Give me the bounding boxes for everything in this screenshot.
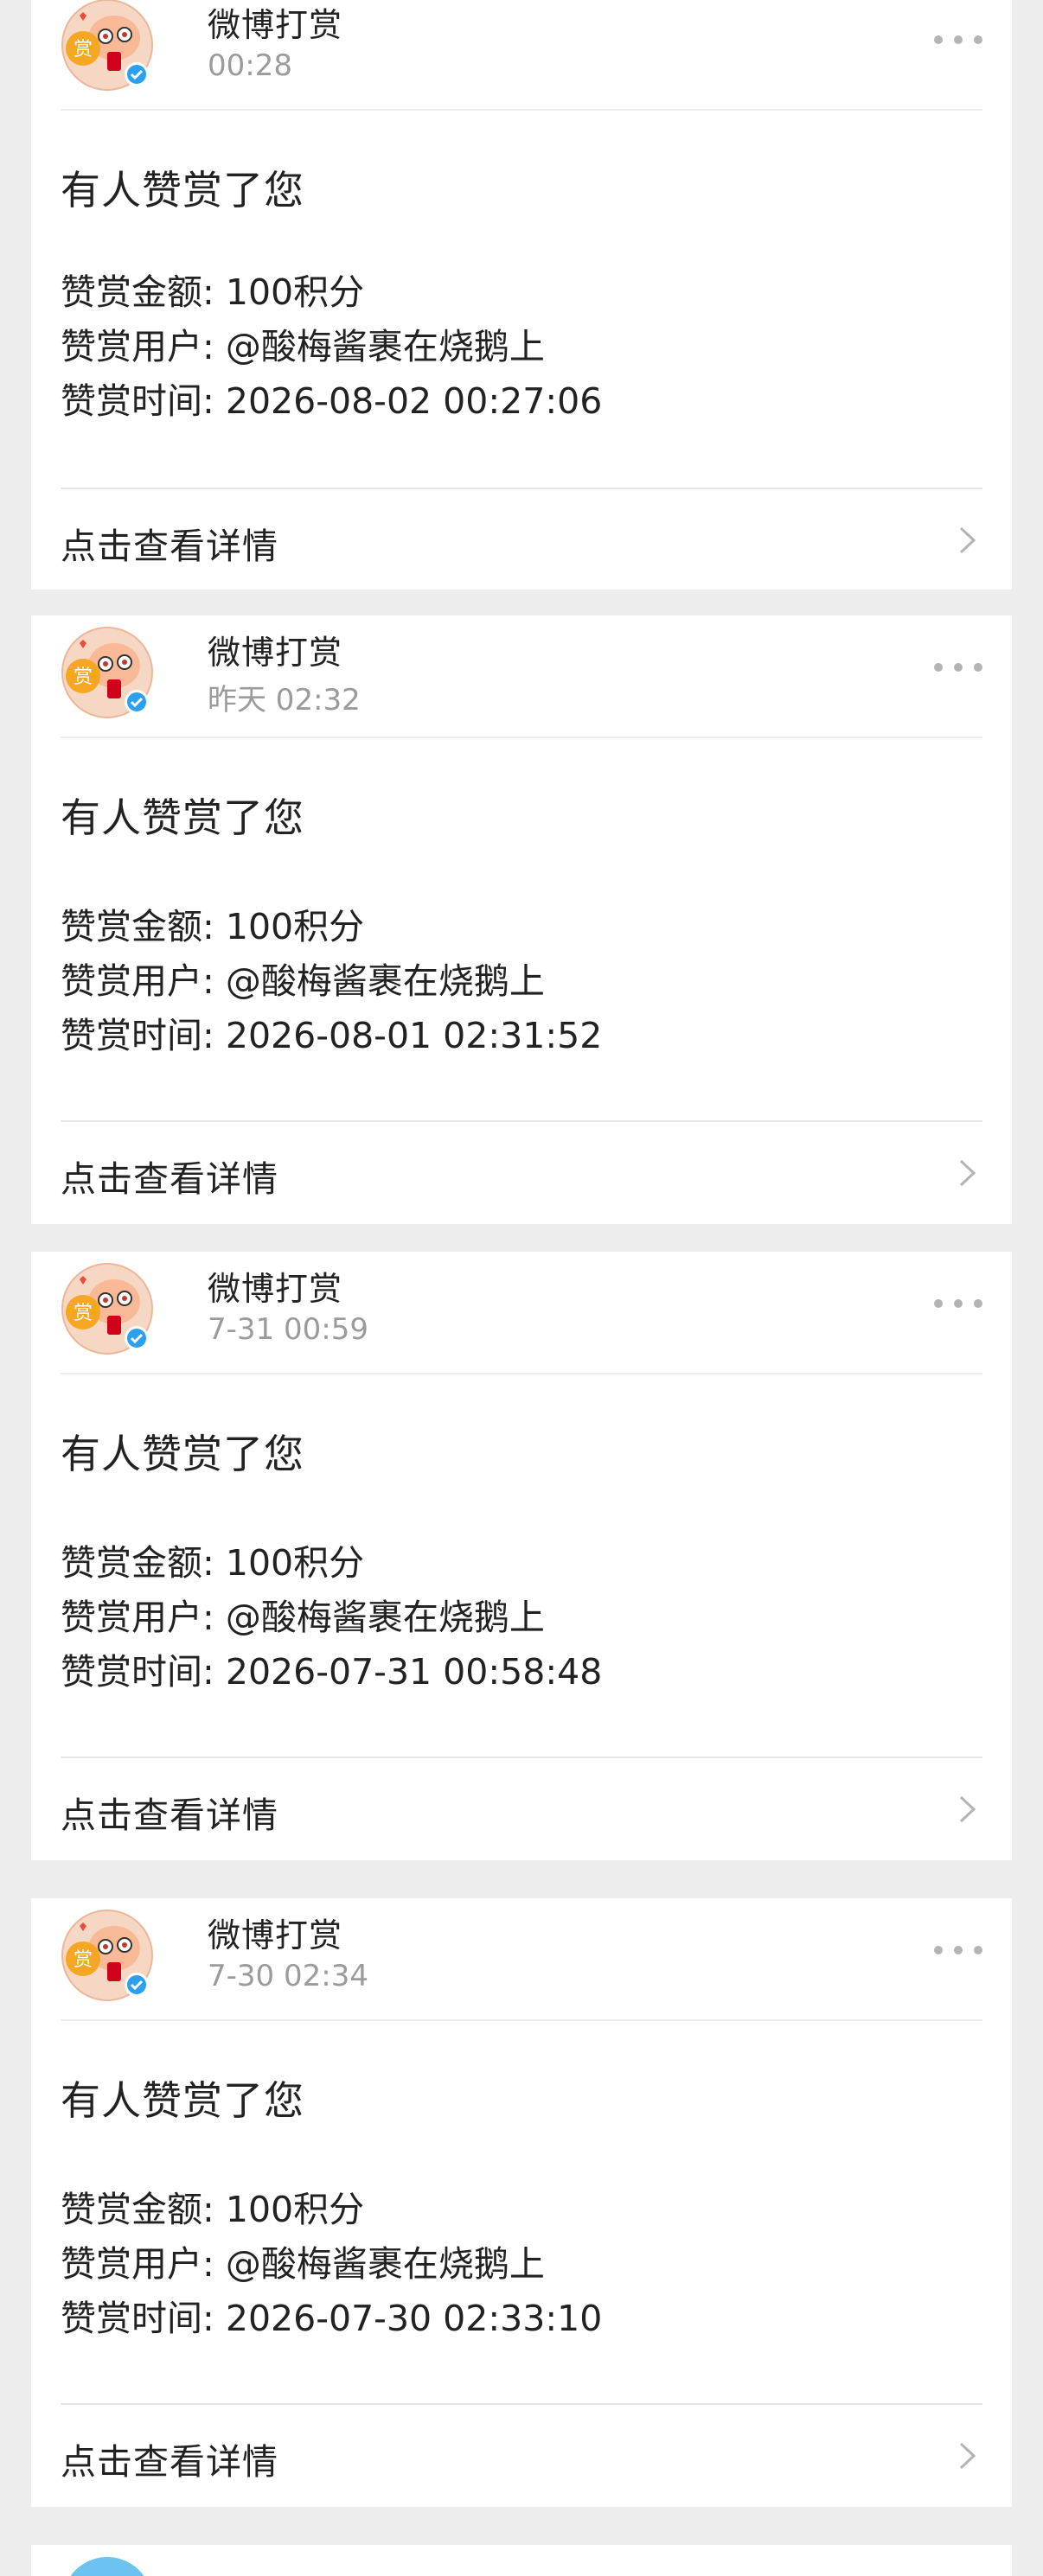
reward-time-label: 赞赏时间: xyxy=(61,1651,226,1693)
message-title: 有人赞赏了您 xyxy=(61,2077,304,2124)
reward-time-line: 赞赏时间: 2026-08-01 02:31:52 xyxy=(61,1006,602,1058)
reward-amount-value: 100积分 xyxy=(225,1542,365,1584)
more-options-icon[interactable] xyxy=(934,1940,982,1961)
reward-user-label: 赞赏用户: xyxy=(61,2243,226,2285)
sender-avatar[interactable]: 赏 xyxy=(61,1909,154,2002)
reward-amount-value: 100积分 xyxy=(225,2189,365,2230)
reward-time-value: 2026-07-31 00:58:48 xyxy=(225,1651,603,1693)
reward-amount-line: 赞赏金额: 100积分 xyxy=(61,1533,364,1585)
notification-card: 赏 微博打赏 7-30 02:34 有人赞赏了您 赞赏金额: 100积分 赞赏用… xyxy=(31,1898,1012,2507)
card-header: 赏 微博打赏 昨天 02:32 xyxy=(61,615,982,738)
reward-avatar-icon: 赏 xyxy=(61,0,153,91)
reward-user-line: 赞赏用户: @酸梅酱裹在烧鹅上 xyxy=(61,2235,545,2286)
reward-amount-label: 赞赏金额: xyxy=(61,271,226,313)
more-options-icon[interactable] xyxy=(934,29,982,50)
reward-amount-line: 赞赏金额: 100积分 xyxy=(61,897,364,949)
reward-user-value: @酸梅酱裹在烧鹅上 xyxy=(225,326,545,367)
card-header: 赏 微博打赏 7-31 00:59 xyxy=(61,1252,982,1374)
chevron-right-icon xyxy=(959,526,976,554)
view-details-label: 点击查看详情 xyxy=(61,1158,278,1200)
reward-user-value: @酸梅酱裹在烧鹅上 xyxy=(225,2243,545,2285)
sender-name: 微博打赏 xyxy=(208,1916,343,1954)
sender-avatar[interactable]: 赏 xyxy=(61,1262,154,1355)
reward-user-label: 赞赏用户: xyxy=(61,326,226,367)
reward-time-label: 赞赏时间: xyxy=(61,2298,226,2339)
reward-user-value: @酸梅酱裹在烧鹅上 xyxy=(225,1597,545,1638)
reward-amount-label: 赞赏金额: xyxy=(61,906,226,947)
sender-name: 微博打赏 xyxy=(208,634,343,672)
message-title: 有人赞赏了您 xyxy=(61,794,304,841)
reward-time-value: 2026-07-30 02:33:10 xyxy=(225,2298,603,2339)
sender-avatar[interactable] xyxy=(61,2555,154,2576)
view-details-label: 点击查看详情 xyxy=(61,526,278,567)
avatar-badge-char: 赏 xyxy=(74,39,93,61)
view-details-row[interactable]: 点击查看详情 xyxy=(31,2405,1012,2507)
chevron-right-icon xyxy=(959,1159,976,1187)
reward-user-line: 赞赏用户: @酸梅酱裹在烧鹅上 xyxy=(61,317,545,369)
reward-time-value: 2026-08-02 00:27:06 xyxy=(225,380,603,422)
message-title: 有人赞赏了您 xyxy=(61,167,304,214)
card-header: 赏 微博打赏 00:28 xyxy=(61,0,982,111)
more-options-icon[interactable] xyxy=(934,1293,982,1314)
reward-amount-label: 赞赏金额: xyxy=(61,2189,226,2230)
reward-avatar-icon: 赏 xyxy=(61,627,153,718)
reward-time-label: 赞赏时间: xyxy=(61,380,226,422)
avatar-badge-char: 赏 xyxy=(74,666,93,688)
reward-user-line: 赞赏用户: @酸梅酱裹在烧鹅上 xyxy=(61,1588,545,1640)
reward-time-label: 赞赏时间: xyxy=(61,1015,226,1056)
view-details-label: 点击查看详情 xyxy=(61,2441,278,2483)
view-details-row[interactable]: 点击查看详情 xyxy=(31,1122,1012,1224)
view-details-label: 点击查看详情 xyxy=(61,1795,278,1836)
reward-amount-label: 赞赏金额: xyxy=(61,1542,226,1584)
card-header: 赏 微博打赏 7-30 02:34 xyxy=(61,1898,982,2021)
reward-amount-value: 100积分 xyxy=(225,271,365,313)
message-title: 有人赞赏了您 xyxy=(61,1431,304,1477)
more-options-icon[interactable] xyxy=(934,657,982,678)
message-time: 7-31 00:59 xyxy=(208,1312,368,1347)
chevron-right-icon xyxy=(959,2442,976,2470)
reward-amount-line: 赞赏金额: 100积分 xyxy=(61,2180,364,2232)
reward-time-line: 赞赏时间: 2026-08-02 00:27:06 xyxy=(61,372,602,424)
message-time: 00:28 xyxy=(208,48,292,83)
reward-user-line: 赞赏用户: @酸梅酱裹在烧鹅上 xyxy=(61,952,545,1004)
reward-user-label: 赞赏用户: xyxy=(61,960,226,1002)
sender-name: 微博打赏 xyxy=(208,6,343,44)
reward-user-value: @酸梅酱裹在烧鹅上 xyxy=(225,960,545,1002)
sender-name: 微博打赏 xyxy=(208,1270,343,1308)
reward-avatar-icon: 赏 xyxy=(61,1910,153,2001)
view-details-row[interactable]: 点击查看详情 xyxy=(31,489,1012,591)
reward-time-line: 赞赏时间: 2026-07-31 00:58:48 xyxy=(61,1642,602,1694)
message-time: 7-30 02:34 xyxy=(208,1959,368,1993)
reward-amount-line: 赞赏金额: 100积分 xyxy=(61,263,364,315)
reward-avatar-icon xyxy=(70,2557,144,2576)
notification-card: 赏 微博打赏 7-31 00:59 有人赞赏了您 赞赏金额: 100积分 赞赏用… xyxy=(31,1252,1012,1860)
reward-time-value: 2026-08-01 02:31:52 xyxy=(225,1015,603,1056)
notification-card xyxy=(31,2545,1012,2576)
reward-time-line: 赞赏时间: 2026-07-30 02:33:10 xyxy=(61,2289,602,2341)
reward-amount-value: 100积分 xyxy=(225,906,365,947)
view-details-row[interactable]: 点击查看详情 xyxy=(31,1758,1012,1860)
sender-avatar[interactable]: 赏 xyxy=(61,626,154,719)
avatar-badge-char: 赏 xyxy=(74,1949,93,1971)
avatar-badge-char: 赏 xyxy=(74,1303,93,1324)
chevron-right-icon xyxy=(959,1795,976,1823)
notification-card: 赏 微博打赏 昨天 02:32 有人赞赏了您 赞赏金额: 100积分 赞赏用户:… xyxy=(31,615,1012,1224)
sender-avatar[interactable]: 赏 xyxy=(61,0,154,92)
notification-card: 赏 微博打赏 00:28 有人赞赏了您 赞赏金额: 100积分 赞赏用户: @酸… xyxy=(31,0,1012,590)
reward-avatar-icon: 赏 xyxy=(61,1263,153,1355)
reward-user-label: 赞赏用户: xyxy=(61,1597,226,1638)
message-time: 昨天 02:32 xyxy=(208,683,361,717)
